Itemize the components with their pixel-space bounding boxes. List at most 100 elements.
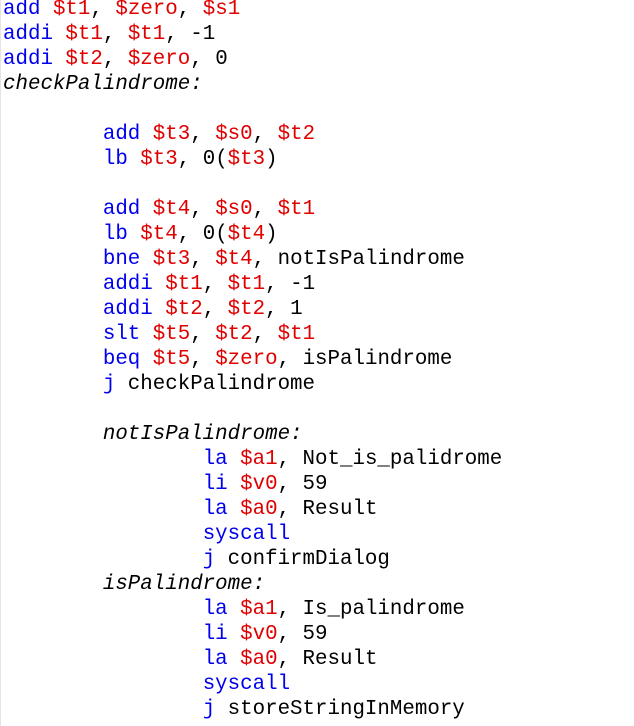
register-token: $a1 [240, 448, 278, 471]
register-token: $t1 [227, 273, 266, 296]
register-token: $t1 [65, 23, 103, 46]
register-token: $t1 [277, 323, 316, 346]
register-token: $s0 [215, 123, 253, 146]
code-line: addi $t2, $t2, 1 [3, 297, 502, 322]
code-line: addi $t1, $t1, -1 [3, 22, 502, 47]
register-token: $v0 [240, 623, 278, 646]
code-line: syscall [3, 522, 502, 547]
code-line: j checkPalindrome [3, 372, 502, 397]
instruction-token: li [202, 473, 228, 496]
register-token: $t4 [215, 248, 253, 271]
code-text: , isPalindrome [277, 348, 453, 371]
label-token: checkPalindrome: [3, 73, 203, 96]
code-line: lb $t3, 0($t3) [3, 147, 502, 172]
code-line: j storeStringInMemory [3, 697, 502, 722]
code-line: beq $t5, $zero, isPalindrome [3, 347, 502, 372]
instruction-token: addi [102, 298, 153, 321]
instruction-token: lb [102, 223, 128, 246]
code-text: ) [265, 148, 278, 171]
instruction-token: la [202, 498, 228, 521]
code-line: j confirmDialog [3, 547, 502, 572]
register-token: $t4 [152, 198, 191, 221]
code-text: , [190, 323, 216, 346]
register-token: $zero [115, 0, 178, 21]
register-token: $t2 [277, 123, 316, 146]
code-line: lb $t4, 0($t4) [3, 222, 502, 247]
code-editor[interactable]: add $t1, $zero, $s1 addi $t1, $t1, -1 addi… [0, 0, 634, 726]
register-token: $zero [215, 348, 278, 371]
instruction-token: add [102, 198, 141, 221]
code-line: addi $t2, $zero, 0 [3, 47, 502, 72]
code-line: la $a1, Not_is_palidrome [3, 447, 503, 472]
code-text: , [252, 198, 278, 221]
register-token: $t4 [227, 223, 266, 246]
register-token: $t1 [277, 198, 316, 221]
instruction-token: addi [3, 48, 53, 71]
instruction-token: addi [3, 23, 53, 46]
code-text: , 59 [277, 623, 328, 646]
code-text: , -1 [165, 23, 216, 46]
register-token: $t4 [140, 223, 178, 246]
code-text: , [190, 248, 216, 271]
instruction-token: beq [102, 348, 141, 371]
register-token: $t5 [152, 348, 191, 371]
code-text: , Result [277, 498, 378, 521]
instruction-token: j [202, 698, 216, 721]
code-text: , 0( [177, 223, 228, 246]
code-line: la $a0, Result [3, 647, 502, 672]
register-token: $a1 [240, 598, 278, 621]
instruction-token: lb [102, 148, 128, 171]
code-text: , Result [277, 648, 378, 671]
code-listing[interactable]: add $t1, $zero, $s1 addi $t1, $t1, -1 addi… [3, 0, 502, 722]
register-token: $t2 [227, 298, 266, 321]
code-line: li $v0, 59 [3, 472, 502, 497]
code-line: isPalindrome: [3, 572, 502, 597]
instruction-token: syscall [202, 673, 291, 696]
code-text: , Is_palindrome [277, 598, 465, 621]
code-text: , [252, 123, 278, 146]
code-line: checkPalindrome: [3, 72, 502, 97]
register-token: $s0 [215, 198, 253, 221]
code-text: , [202, 273, 228, 296]
code-text: , [102, 23, 128, 46]
code-text: storeStringInMemory [215, 698, 465, 721]
register-token: $t2 [65, 48, 103, 71]
code-text: , -1 [265, 273, 316, 296]
instruction-token: li [202, 623, 228, 646]
register-token: $a0 [240, 648, 278, 671]
code-text: , Not_is_palidrome [277, 448, 503, 471]
code-line: add $t4, $s0, $t1 [3, 197, 502, 222]
code-line: syscall [3, 672, 502, 697]
register-token: $t2 [215, 323, 253, 346]
code-text: , [177, 0, 203, 21]
code-text: , [90, 0, 116, 21]
code-line: add $t3, $s0, $t2 [3, 122, 502, 147]
label-token: notIsPalindrome: [102, 423, 303, 446]
instruction-token: la [202, 448, 228, 471]
code-line: addi $t1, $t1, -1 [3, 272, 502, 297]
code-text: , [102, 48, 128, 71]
code-text: , 1 [265, 298, 303, 321]
instruction-token: j [202, 548, 216, 571]
register-token: $t1 [127, 23, 166, 46]
code-text: , [190, 198, 216, 221]
code-line: li $v0, 59 [3, 622, 502, 647]
instruction-token: syscall [202, 523, 291, 546]
